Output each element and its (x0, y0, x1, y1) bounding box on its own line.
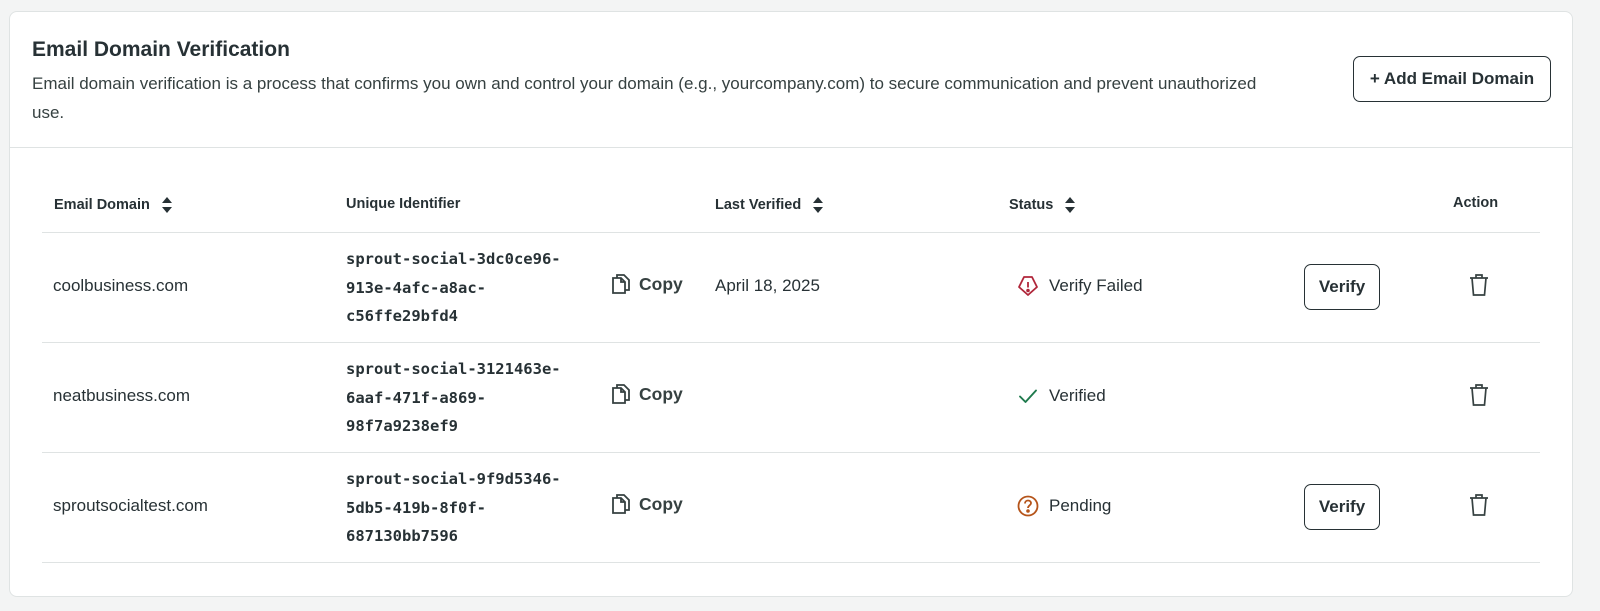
uid-line: 6aaf-471f-a869- (346, 388, 486, 407)
status-badge: Pending (1017, 495, 1111, 517)
copy-label: Copy (639, 273, 683, 294)
status-badge: Verified (1017, 385, 1106, 407)
email-domain-cell: neatbusiness.com (53, 386, 191, 405)
copy-icon (612, 494, 630, 514)
copy-button[interactable]: Copy (611, 383, 683, 405)
copy-button[interactable]: Copy (611, 273, 683, 295)
sort-icon[interactable] (812, 196, 824, 214)
table-row: coolbusiness.com sprout-social-3dc0ce96-… (42, 233, 1540, 343)
status-label: Pending (1049, 496, 1112, 515)
table-row: neatbusiness.com sprout-social-3121463e-… (42, 343, 1540, 453)
status-label: Verify Failed (1049, 276, 1143, 295)
table-header: Email Domain Unique Identifier Last Veri… (42, 180, 1540, 233)
copy-button[interactable]: Copy (611, 493, 683, 515)
sort-icon[interactable] (161, 196, 173, 214)
trash-icon[interactable] (1468, 383, 1490, 407)
uid-line: 687130bb7596 (346, 527, 458, 545)
column-label: Action (1453, 195, 1499, 211)
verify-button[interactable]: Verify (1304, 484, 1380, 530)
uid-line: sprout-social-9f9d5346- (346, 470, 561, 488)
sort-icon[interactable] (1064, 196, 1076, 214)
add-email-domain-button[interactable]: + Add Email Domain (1353, 56, 1551, 102)
email-domain-verification-card: Email Domain Verification Email domain v… (9, 11, 1573, 597)
column-label: Last Verified (715, 197, 802, 213)
uid-line: sprout-social-3121463e- (346, 360, 561, 378)
verify-button[interactable]: Verify (1304, 264, 1380, 310)
last-verified-cell: April 18, 2025 (715, 276, 820, 295)
unique-identifier-cell: sprout-social-3dc0ce96- 913e-4afc-a8ac- … (346, 245, 596, 331)
trash-icon[interactable] (1468, 273, 1490, 297)
copy-icon (612, 384, 630, 404)
trash-icon[interactable] (1468, 493, 1490, 517)
uid-line: 913e-4afc-a8ac- (346, 278, 486, 297)
column-label: Unique Identifier (346, 196, 461, 212)
email-domain-cell: coolbusiness.com (53, 276, 189, 295)
question-icon (1017, 495, 1039, 517)
copy-label: Copy (639, 493, 683, 514)
uid-line: 98f7a9238ef9 (346, 417, 458, 435)
status-badge: Verify Failed (1017, 275, 1143, 297)
column-label: Status (1009, 197, 1054, 213)
column-label: Email Domain (54, 197, 150, 213)
status-label: Verified (1049, 386, 1106, 405)
column-header-status[interactable]: Status (1009, 196, 1076, 214)
page-description: Email domain verification is a process t… (32, 74, 1257, 122)
uid-line: c56ffe29bfd4 (346, 307, 458, 325)
column-header-email-domain[interactable]: Email Domain (54, 196, 173, 214)
table-row: sproutsocialtest.com sprout-social-9f9d5… (42, 453, 1540, 563)
page-title: Email Domain Verification (32, 38, 290, 61)
column-header-action: Action (1453, 195, 1498, 211)
column-header-last-verified[interactable]: Last Verified (715, 196, 824, 214)
copy-icon (612, 274, 630, 294)
uid-line: sprout-social-3dc0ce96- (346, 250, 561, 268)
unique-identifier-cell: sprout-social-9f9d5346- 5db5-419b-8f0f- … (346, 465, 596, 551)
unique-identifier-cell: sprout-social-3121463e- 6aaf-471f-a869- … (346, 355, 596, 441)
warning-icon (1017, 275, 1039, 297)
email-domain-cell: sproutsocialtest.com (53, 496, 208, 515)
card-header: Email Domain Verification Email domain v… (10, 12, 1572, 148)
column-header-unique-identifier: Unique Identifier (346, 196, 460, 212)
uid-line: 5db5-419b-8f0f- (346, 498, 486, 517)
copy-label: Copy (639, 383, 683, 404)
domains-table: Email Domain Unique Identifier Last Veri… (42, 180, 1540, 563)
check-icon (1017, 385, 1039, 407)
